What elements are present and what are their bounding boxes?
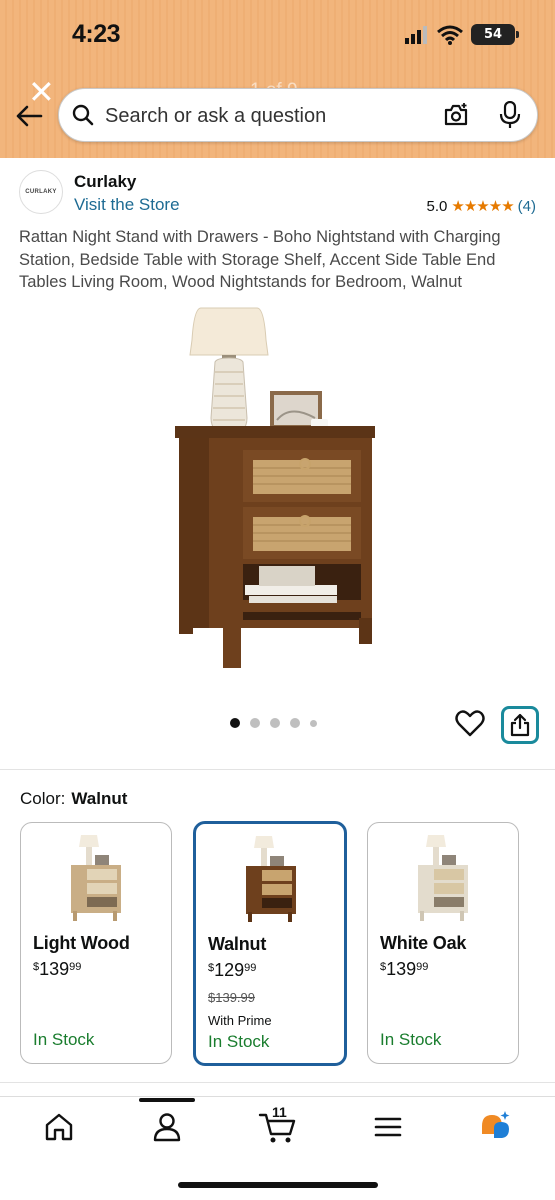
variant-card-light-wood[interactable]: Light Wood $13999 In Stock (20, 822, 172, 1064)
variant-name: Light Wood (33, 933, 130, 953)
wifi-icon (437, 25, 463, 45)
home-icon[interactable] (42, 1110, 76, 1144)
top-header: 4:23 54 ✕ 1 of 9 Search or ask a questio… (0, 0, 555, 158)
color-selector-label: Color: Walnut (20, 789, 127, 809)
rufus-icon[interactable] (478, 1110, 512, 1144)
nav-active-indicator (139, 1098, 195, 1102)
variant-price: $13999 (33, 959, 82, 979)
variant-prime-label: With Prime (208, 1013, 272, 1028)
rating-summary[interactable]: 5.0 ★★★★★ (4) (426, 197, 536, 216)
mic-icon[interactable] (499, 101, 521, 129)
status-icons: 54 (405, 24, 519, 45)
selected-color: Walnut (71, 789, 128, 808)
battery-indicator: 54 (471, 24, 519, 45)
brand-name: Curlaky (74, 172, 137, 191)
variant-card-walnut[interactable]: Walnut $12999 $139.99 With Prime In Stoc… (193, 821, 347, 1066)
variant-name: White Oak (380, 933, 467, 953)
carousel-dot[interactable] (270, 718, 280, 728)
status-time: 4:23 (72, 20, 121, 48)
cart-button[interactable]: 11 (258, 1104, 298, 1144)
menu-icon[interactable] (371, 1110, 405, 1144)
carousel-dot[interactable] (250, 718, 260, 728)
variant-stock-status: In Stock (380, 1030, 442, 1049)
product-title: Rattan Night Stand with Drawers - Boho N… (19, 228, 501, 291)
brand-logo[interactable]: CURLAKY (19, 170, 63, 214)
variant-name: Walnut (208, 934, 267, 954)
product-image[interactable] (165, 300, 395, 680)
variant-price: $12999 (208, 960, 257, 980)
cart-count-badge: 11 (272, 1104, 287, 1120)
heart-icon[interactable] (455, 709, 485, 737)
back-arrow-icon[interactable] (14, 102, 44, 130)
carousel-dot[interactable] (230, 718, 240, 728)
search-placeholder: Search or ask a question (105, 105, 327, 127)
rating-value: 5.0 (426, 197, 448, 215)
search-input[interactable]: Search or ask a question (58, 88, 538, 142)
variant-price: $13999 (380, 959, 429, 979)
camera-icon[interactable] (443, 102, 469, 128)
carousel-dot[interactable] (310, 719, 317, 727)
variant-thumbnail (246, 836, 296, 922)
carousel-dot[interactable] (290, 718, 300, 728)
star-rating-icon: ★★★★★ (451, 198, 514, 215)
section-divider (0, 1082, 555, 1096)
variant-stock-status: In Stock (208, 1032, 270, 1051)
variant-card-white-oak[interactable]: White Oak $13999 In Stock (367, 822, 519, 1064)
variant-thumbnail (71, 835, 121, 921)
variant-list-price: $139.99 (208, 990, 255, 1005)
color-label: Color: (20, 789, 66, 808)
signal-icon (405, 25, 427, 44)
variant-stock-status: In Stock (33, 1030, 95, 1049)
variant-thumbnail (418, 835, 468, 921)
search-icon (72, 104, 94, 126)
share-icon (510, 713, 530, 737)
home-indicator (178, 1182, 378, 1188)
image-carousel-dots[interactable] (230, 718, 317, 728)
share-button[interactable] (501, 706, 539, 744)
account-icon[interactable] (150, 1110, 184, 1144)
visit-store-link[interactable]: Visit the Store (74, 195, 180, 215)
rating-count[interactable]: (4) (518, 198, 536, 215)
